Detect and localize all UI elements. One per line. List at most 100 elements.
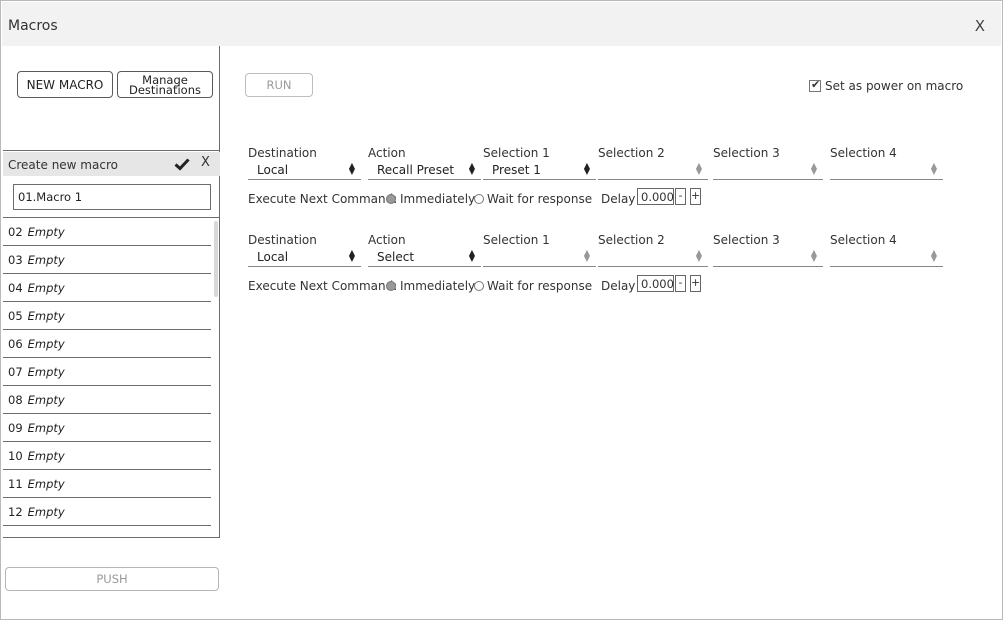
macros-window: Macros X NEW MACRO Manage Destinations C… [0, 0, 1003, 620]
delay-increment-button[interactable]: + [690, 275, 701, 292]
selection-2-select[interactable]: ▲ ▼ [598, 247, 708, 267]
sort-arrows-icon: ▲ ▼ [810, 161, 817, 176]
macro-name: Empty [27, 309, 65, 323]
wait-response-radio[interactable] [474, 281, 484, 291]
selection-4-label: Selection 4 [830, 233, 897, 247]
new-macro-button[interactable]: NEW MACRO [17, 71, 113, 98]
action-select[interactable]: Recall Preset ▲ ▼ [368, 160, 481, 180]
macro-name-input[interactable] [13, 184, 211, 210]
power-on-label: Set as power on macro [825, 79, 964, 93]
macro-number: 09 [8, 421, 23, 435]
selection-2-label: Selection 2 [598, 146, 665, 160]
macro-number: 07 [8, 365, 23, 379]
macro-list-item[interactable]: 08 Empty [3, 386, 211, 414]
macro-name: Empty [27, 421, 65, 435]
macro-list-item[interactable]: 07 Empty [3, 358, 211, 386]
sort-arrows-icon: ▲ ▼ [348, 161, 355, 176]
immediately-label: Immediately [400, 192, 476, 206]
delay-label: Delay [601, 192, 636, 206]
sort-arrows-icon: ▲ ▼ [695, 161, 702, 176]
destination-select[interactable]: Local ▲ ▼ [248, 160, 361, 180]
execute-next-row: Execute Next Command: Immediately Wait for… [248, 188, 948, 208]
macro-list-item[interactable]: 05 Empty [3, 302, 211, 330]
macro-editor: RUN ✔ Set as power on macro Destination L… [220, 46, 1001, 617]
selection-3-label: Selection 3 [713, 233, 780, 247]
selection-4-select[interactable]: ▲ ▼ [830, 247, 943, 267]
action-label: Action [368, 146, 406, 160]
macro-list-item[interactable]: 09 Empty [3, 414, 211, 442]
execute-next-label: Execute Next Command: [248, 192, 398, 206]
macro-name: Empty [27, 449, 65, 463]
macro-list-item[interactable]: 10 Empty [3, 442, 211, 470]
run-button[interactable]: RUN [245, 73, 313, 97]
macro-name-row [3, 176, 220, 218]
macro-name: Empty [27, 393, 65, 407]
cancel-create-button[interactable]: X [201, 155, 210, 170]
action-select[interactable]: Select ▲ ▼ [368, 247, 481, 267]
immediately-radio[interactable] [386, 281, 396, 291]
macro-list-item[interactable]: 04 Empty [3, 274, 211, 302]
macro-name: Empty [27, 281, 65, 295]
macro-name: Empty [27, 253, 65, 267]
macro-command: Destination Local ▲ ▼ Action Recall Preset ▲ ▼ S… [248, 146, 948, 216]
selection-1-value: Preset 1 [492, 163, 541, 177]
window-title: Macros [8, 18, 58, 34]
macro-number: 05 [8, 309, 23, 323]
action-value: Select [377, 250, 415, 264]
wait-response-label: Wait for response [487, 279, 593, 293]
macro-list-item[interactable]: 06 Empty [3, 330, 211, 358]
destination-select[interactable]: Local ▲ ▼ [248, 247, 361, 267]
macro-list-item[interactable]: 03 Empty [3, 246, 211, 274]
action-label: Action [368, 233, 406, 247]
selection-1-select[interactable]: ▲ ▼ [483, 247, 596, 267]
delay-input[interactable]: 0.000 [637, 275, 674, 292]
selection-1-label: Selection 1 [483, 233, 550, 247]
sidebar-toolbar: NEW MACRO Manage Destinations [3, 46, 220, 151]
macro-list-item[interactable]: 12 Empty [3, 498, 211, 526]
destination-label: Destination [248, 233, 317, 247]
sort-arrows-icon: ▲ ▼ [810, 248, 817, 263]
macro-list-item[interactable]: 02 Empty [3, 218, 211, 246]
macro-list-item[interactable]: 11 Empty [3, 470, 211, 498]
check-mark-icon: ✔ [811, 78, 821, 91]
sidebar-footer: PUSH [3, 537, 220, 617]
power-on-checkbox[interactable]: ✔ Set as power on macro [809, 78, 964, 93]
list-scrollbar[interactable] [214, 221, 218, 297]
selection-2-select[interactable]: ▲ ▼ [598, 160, 708, 180]
title-bar: Macros X [2, 2, 1001, 46]
push-button[interactable]: PUSH [5, 567, 219, 591]
create-macro-label: Create new macro [8, 158, 118, 172]
macro-number: 02 [8, 225, 23, 239]
immediately-radio[interactable] [386, 194, 396, 204]
destination-value: Local [257, 250, 289, 264]
delay-input[interactable]: 0.000 [637, 188, 674, 205]
checkmark-icon[interactable] [174, 156, 190, 172]
selection-4-select[interactable]: ▲ ▼ [830, 160, 943, 180]
destination-label: Destination [248, 146, 317, 160]
sort-arrows-icon: ▲ ▼ [930, 248, 937, 263]
manage-destinations-button[interactable]: Manage Destinations [117, 71, 213, 98]
macro-number: 08 [8, 393, 23, 407]
macro-name: Empty [27, 365, 65, 379]
selection-1-select[interactable]: Preset 1 ▲ ▼ [483, 160, 596, 180]
selection-3-select[interactable]: ▲ ▼ [713, 160, 823, 180]
destination-value: Local [257, 163, 289, 177]
macro-list: 02 Empty 03 Empty 04 Empty 05 Empty 06 Empty 07 Emp… [3, 218, 211, 538]
macro-name: Empty [27, 477, 65, 491]
sort-arrows-icon: ▲ ▼ [930, 161, 937, 176]
selection-1-label: Selection 1 [483, 146, 550, 160]
selection-2-label: Selection 2 [598, 233, 665, 247]
macro-number: 11 [8, 477, 23, 491]
delay-increment-button[interactable]: + [690, 188, 701, 205]
macro-name: Empty [27, 505, 65, 519]
wait-response-radio[interactable] [474, 194, 484, 204]
selection-3-select[interactable]: ▲ ▼ [713, 247, 823, 267]
wait-response-label: Wait for response [487, 192, 593, 206]
power-on-checkbox-box[interactable]: ✔ [809, 78, 821, 92]
immediately-label: Immediately [400, 279, 476, 293]
macro-sidebar: NEW MACRO Manage Destinations Create new… [2, 46, 220, 617]
close-window-button[interactable]: X [975, 17, 985, 35]
delay-decrement-button[interactable]: - [675, 188, 686, 205]
delay-decrement-button[interactable]: - [675, 275, 686, 292]
sort-arrows-icon: ▲ ▼ [583, 161, 590, 176]
